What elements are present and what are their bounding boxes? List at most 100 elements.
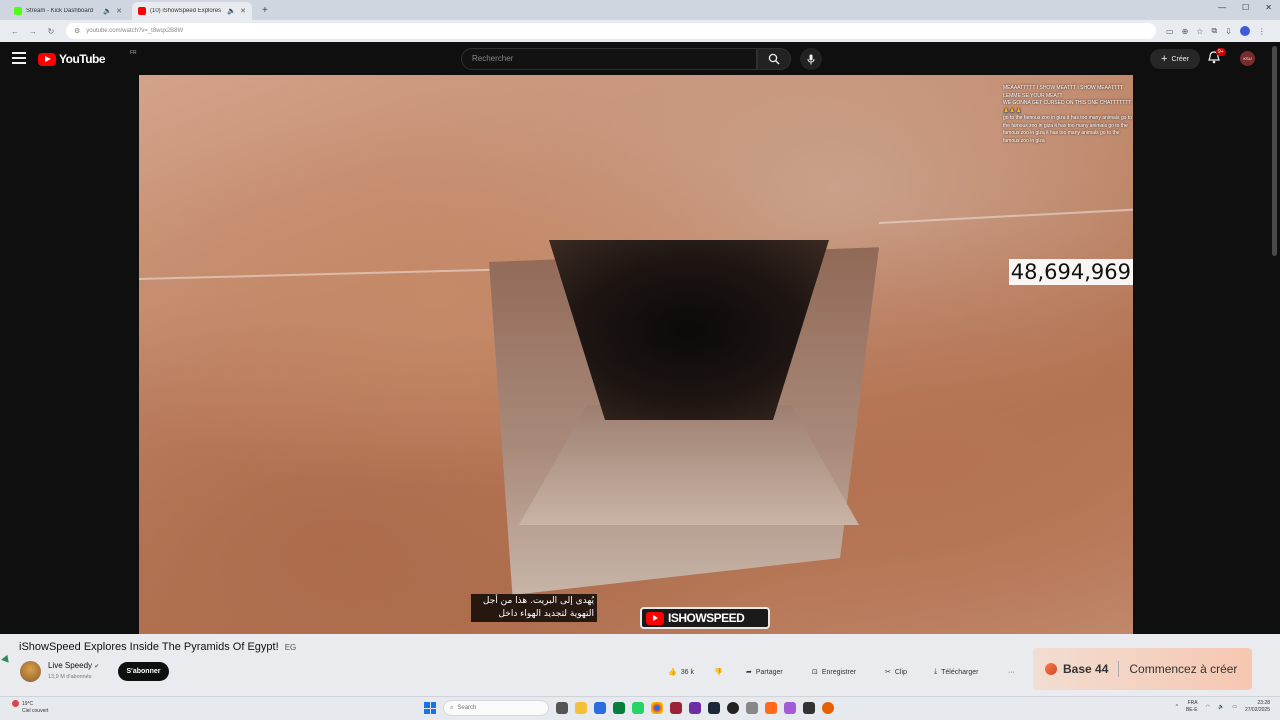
address-bar-row: ← → ↻ ⚙ youtube.com/watch?v=_t8wqx2B8W ▭… <box>0 20 1280 42</box>
like-button[interactable]: 👍 36 k <box>668 664 694 680</box>
voice-search-button[interactable] <box>800 48 822 70</box>
forward-icon[interactable]: → <box>24 27 42 36</box>
bookmark-icon: ⊡ <box>812 669 818 676</box>
volume-icon[interactable]: 🔈 <box>1218 704 1224 710</box>
wifi-icon[interactable]: ◠ <box>1206 704 1210 710</box>
maximize-icon[interactable]: ☐ <box>1242 3 1249 12</box>
verified-icon: ✔ <box>94 664 100 670</box>
youtube-logo[interactable]: YouTube FR <box>38 50 137 66</box>
share-label: Partager <box>755 668 783 676</box>
weather-desc: Ciel couvert <box>22 707 49 714</box>
live-chat-overlay: MEAAATTTTT I SHOW MEATTT I SHOW MEAATTTT… <box>1003 85 1133 145</box>
settings-icon[interactable] <box>746 702 758 714</box>
new-tab-button[interactable]: + <box>256 2 274 20</box>
base44-logo-icon <box>1045 663 1057 675</box>
youtube-play-icon <box>38 52 56 66</box>
taskbar-search[interactable]: ⌕ Search <box>443 700 549 716</box>
ad-divider <box>1118 661 1120 677</box>
channel-watermark: ISHOWSPEED <box>640 607 770 629</box>
close-icon[interactable]: ✕ <box>116 7 122 15</box>
close-window-icon[interactable]: ✕ <box>1265 3 1272 12</box>
app-icon[interactable] <box>670 702 682 714</box>
zoom-icon[interactable]: ⊕ <box>1182 27 1189 36</box>
microphone-icon <box>807 54 815 64</box>
whatsapp-icon[interactable] <box>632 702 644 714</box>
task-view-icon[interactable] <box>556 702 568 714</box>
cast-icon[interactable]: ▭ <box>1166 27 1174 36</box>
site-info-icon[interactable]: ⚙ <box>74 27 80 35</box>
weather-temp: 19°C <box>22 700 34 707</box>
create-label: Créer <box>1171 55 1189 63</box>
tab-kick-dashboard[interactable]: Stream - Kick Dashboard 🔈 ✕ <box>8 2 128 20</box>
tab-title: Stream - Kick Dashboard <box>26 8 94 14</box>
channel-name[interactable]: Live Speedy ✔ <box>48 661 99 670</box>
menu-dots-icon[interactable]: ⋮ <box>1258 27 1266 36</box>
hamburger-menu-icon[interactable] <box>12 52 26 64</box>
save-button[interactable]: ⊡ Enregistrer <box>812 664 856 680</box>
chat-message: MEAAATTTTT I SHOW MEATTT I SHOW MEAATTTT… <box>1003 85 1123 99</box>
save-label: Enregistrer <box>821 668 857 676</box>
battery-icon[interactable]: ▭ <box>1232 704 1237 710</box>
speaker-icon[interactable]: 🔈 <box>227 7 236 15</box>
share-icon: ➦ <box>746 669 752 676</box>
video-player[interactable]: MEAAATTTTT I SHOW MEATTT I SHOW MEAATTTT… <box>139 75 1133 634</box>
more-actions-button[interactable]: ··· <box>1008 664 1015 680</box>
search-icon <box>768 53 780 65</box>
reload-icon[interactable]: ↻ <box>42 27 60 36</box>
firefox-icon[interactable] <box>822 702 834 714</box>
app-icon[interactable] <box>803 702 815 714</box>
bookmark-star-icon[interactable]: ☆ <box>1196 27 1203 36</box>
app-icon[interactable] <box>594 702 606 714</box>
create-button[interactable]: + Créer <box>1150 49 1200 69</box>
browser-actions: ▭ ⊕ ☆ ⧉ ⇩ ⋮ <box>1166 26 1266 36</box>
app-icon[interactable] <box>765 702 777 714</box>
chat-message: WE GONNA GET CURSED ON THIS ONE CHATTTTT… <box>1003 100 1132 114</box>
speaker-icon[interactable]: 🔈 <box>103 7 112 15</box>
scissors-icon: ✂ <box>885 669 891 676</box>
profile-avatar[interactable] <box>1239 26 1250 36</box>
subscribe-button[interactable]: S'abonner <box>118 662 169 681</box>
screen: Stream - Kick Dashboard 🔈 ✕ (10) iShowSp… <box>0 0 1280 720</box>
plus-icon: + <box>1161 53 1168 65</box>
chrome-icon[interactable] <box>651 702 663 714</box>
download-button[interactable]: ⤓ Télécharger <box>934 664 978 680</box>
close-icon[interactable]: ✕ <box>240 7 246 15</box>
share-button[interactable]: ➦ Partager <box>746 664 783 680</box>
steam-icon[interactable] <box>708 702 720 714</box>
app-icon[interactable] <box>689 702 701 714</box>
notifications-button[interactable]: 9+ <box>1208 48 1226 67</box>
page-scrollbar[interactable] <box>1272 46 1277 256</box>
minimize-icon[interactable]: — <box>1218 3 1226 12</box>
subscriber-count: 13,9 M d'abonnés <box>48 674 92 680</box>
url-field[interactable]: ⚙ youtube.com/watch?v=_t8wqx2B8W <box>66 23 1156 39</box>
extensions-icon[interactable]: ⧉ <box>1211 26 1217 36</box>
back-icon[interactable]: ← <box>6 27 24 36</box>
tab-youtube-video[interactable]: (10) iShowSpeed Explores 🔈 ✕ <box>132 2 252 20</box>
search-button[interactable] <box>757 48 791 70</box>
weather-widget[interactable]: 19°C Ciel couvert <box>12 700 48 715</box>
clock-date: 27/02/2025 <box>1244 707 1270 713</box>
file-explorer-icon[interactable] <box>575 702 587 714</box>
thumbs-down-icon: 👎 <box>714 669 723 676</box>
channel-avatar[interactable] <box>20 661 41 682</box>
dislike-button[interactable]: 👎 <box>714 664 723 680</box>
thumbs-up-icon: 👍 <box>668 669 677 676</box>
language-sub: BE-E <box>1185 707 1198 713</box>
caption-line: يُهدى إلى البريت. هذا من أجل <box>482 596 594 606</box>
window-controls: — ☐ ✕ <box>1218 3 1272 12</box>
clock[interactable]: 23:28 27/02/2025 <box>1245 700 1270 714</box>
windows-start-icon[interactable] <box>424 702 436 714</box>
download-icon[interactable]: ⇩ <box>1225 27 1232 36</box>
tray-chevron-icon[interactable]: ^ <box>1176 704 1178 710</box>
search-input[interactable]: Rechercher <box>461 48 757 70</box>
app-icon[interactable] <box>613 702 625 714</box>
taskbar-search-placeholder: Search <box>457 705 477 711</box>
url-text: youtube.com/watch?v=_t8wqx2B8W <box>86 28 184 34</box>
language-code: FRA <box>1187 700 1198 706</box>
app-icon[interactable] <box>784 702 796 714</box>
app-icon[interactable] <box>727 702 739 714</box>
clip-button[interactable]: ✂ Clip <box>885 664 907 680</box>
language-indicator[interactable]: FRA BE-E <box>1186 700 1198 714</box>
sponsored-banner[interactable]: Base 44 Commencez à créer <box>1033 648 1252 690</box>
account-avatar[interactable]: KSU <box>1240 51 1255 66</box>
